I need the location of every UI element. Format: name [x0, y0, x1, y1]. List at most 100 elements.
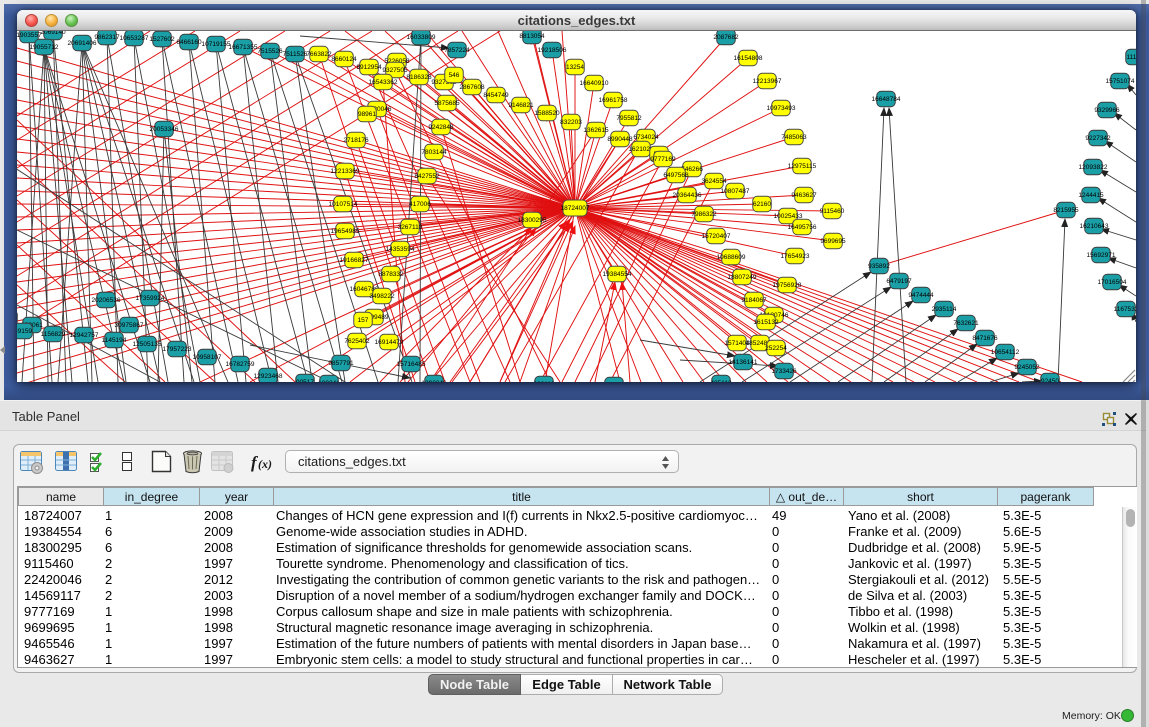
svg-text:3624554: 3624554: [701, 178, 727, 185]
svg-text:1527602: 1527602: [149, 36, 175, 43]
svg-text:19756928: 19756928: [773, 282, 802, 289]
svg-text:(x): (x): [258, 457, 272, 471]
svg-text:157: 157: [358, 317, 369, 324]
svg-text:2069140: 2069140: [40, 31, 66, 36]
svg-text:20053346: 20053346: [150, 126, 179, 133]
svg-text:92450: 92450: [1041, 378, 1059, 382]
svg-text:12213369: 12213369: [331, 168, 360, 175]
svg-text:9146821: 9146821: [508, 102, 534, 109]
svg-text:12213967: 12213967: [753, 78, 782, 85]
svg-text:10973493: 10973493: [767, 105, 796, 112]
svg-text:8912954: 8912954: [356, 64, 382, 71]
svg-text:9857791: 9857791: [328, 360, 354, 367]
svg-text:16033809: 16033809: [407, 34, 436, 41]
svg-text:18724007: 18724007: [561, 205, 590, 212]
svg-text:12942757: 12942757: [70, 332, 99, 339]
svg-text:9245052: 9245052: [1014, 364, 1040, 371]
svg-text:16648784: 16648784: [872, 96, 901, 103]
svg-text:14353594: 14353594: [386, 246, 415, 253]
svg-text:832203: 832203: [560, 119, 582, 126]
svg-text:9862317: 9862317: [94, 34, 120, 41]
svg-text:17359924: 17359924: [136, 295, 165, 302]
svg-text:14136141: 14136141: [729, 359, 758, 366]
svg-text:7515526: 7515526: [257, 48, 283, 55]
svg-text:30975867: 30975867: [115, 322, 144, 329]
svg-text:405113: 405113: [710, 380, 732, 382]
svg-text:15692971: 15692971: [1087, 252, 1116, 259]
svg-text:16495756: 16495756: [788, 224, 817, 231]
svg-text:9184067: 9184067: [741, 297, 767, 304]
svg-text:7663822: 7663822: [306, 51, 332, 58]
svg-text:1156829: 1156829: [41, 331, 66, 338]
svg-text:11175: 11175: [1126, 54, 1136, 61]
svg-text:546: 546: [449, 72, 460, 79]
svg-text:9777169: 9777169: [650, 156, 676, 163]
svg-text:8454749: 8454749: [483, 92, 509, 99]
svg-text:2867608: 2867608: [459, 84, 485, 91]
svg-text:252254: 252254: [765, 345, 787, 352]
svg-text:16914479: 16914479: [375, 339, 404, 346]
svg-text:8215955: 8215955: [1053, 207, 1079, 214]
svg-text:17654923: 17654923: [781, 253, 810, 260]
svg-text:12505135: 12505135: [133, 341, 162, 348]
svg-text:5875685: 5875685: [434, 100, 460, 107]
svg-text:7632621: 7632621: [953, 320, 979, 327]
svg-text:6466160: 6466160: [176, 39, 202, 46]
svg-text:18807249: 18807249: [728, 274, 757, 281]
svg-text:8186328: 8186328: [406, 74, 432, 81]
svg-text:16782759: 16782759: [226, 361, 255, 368]
svg-text:10719155: 10719155: [202, 41, 231, 48]
svg-text:17016504: 17016504: [1098, 279, 1127, 286]
svg-text:15716485: 15716485: [397, 361, 426, 368]
svg-text:10958107: 10958107: [193, 354, 222, 361]
svg-text:417006: 417006: [409, 201, 431, 208]
svg-text:17957223: 17957223: [163, 346, 192, 353]
svg-text:7803144: 7803144: [421, 149, 447, 156]
svg-text:16210643: 16210643: [1080, 223, 1109, 230]
svg-text:90517: 90517: [296, 379, 314, 382]
svg-text:10107514: 10107514: [329, 201, 358, 208]
svg-text:9474444: 9474444: [908, 292, 934, 299]
svg-text:16154808: 16154808: [734, 55, 763, 62]
svg-text:12093822: 12093822: [1079, 164, 1108, 171]
svg-text:8813054: 8813054: [519, 33, 545, 40]
svg-text:8471676: 8471676: [972, 335, 998, 342]
svg-text:19654985: 19654985: [331, 228, 360, 235]
svg-text:1244415: 1244415: [1078, 192, 1104, 199]
svg-text:8990448: 8990448: [607, 136, 633, 143]
svg-text:12975115: 12975115: [788, 163, 817, 170]
svg-text:62160: 62160: [753, 201, 771, 208]
svg-text:7511526: 7511526: [283, 51, 308, 58]
svg-text:9327505: 9327505: [382, 67, 408, 74]
svg-text:1145194: 1145194: [102, 337, 127, 344]
svg-text:2087682: 2087682: [713, 34, 739, 41]
svg-text:9242848: 9242848: [428, 124, 454, 131]
svg-text:6734024: 6734024: [633, 134, 659, 141]
svg-text:935892: 935892: [868, 263, 890, 270]
svg-text:9227342: 9227342: [1085, 135, 1111, 142]
svg-text:1903557: 1903557: [17, 32, 42, 39]
svg-text:6479197: 6479197: [886, 278, 912, 285]
svg-text:9699695: 9699695: [820, 238, 846, 245]
svg-text:15751074: 15751074: [1106, 78, 1135, 85]
svg-text:19218506: 19218506: [538, 47, 567, 54]
svg-text:12923468: 12923468: [254, 373, 283, 380]
svg-text:19055712: 19055712: [30, 44, 59, 51]
svg-text:16961758: 16961758: [599, 97, 628, 104]
svg-text:1167533: 1167533: [1114, 306, 1136, 313]
svg-text:1733426: 1733426: [771, 368, 797, 375]
svg-text:18300295: 18300295: [518, 217, 547, 224]
svg-text:10653287: 10653287: [120, 35, 149, 42]
svg-text:19166827: 19166827: [340, 257, 369, 264]
svg-text:1571404: 1571404: [724, 340, 750, 347]
svg-text:7857224: 7857224: [444, 47, 470, 54]
svg-text:1362615: 1362615: [583, 127, 609, 134]
svg-text:98961: 98961: [358, 111, 376, 118]
svg-text:2935114: 2935114: [932, 306, 957, 313]
svg-text:16640910: 16640910: [580, 80, 609, 87]
svg-text:6497568: 6497568: [663, 172, 689, 179]
svg-text:1588520: 1588520: [534, 110, 560, 117]
svg-text:8427552: 8427552: [414, 173, 440, 180]
svg-text:1292346: 1292346: [421, 380, 447, 382]
svg-text:7485063: 7485063: [781, 134, 807, 141]
